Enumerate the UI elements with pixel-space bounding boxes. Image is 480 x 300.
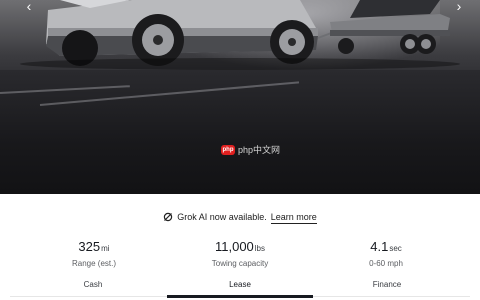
active-tab-indicator bbox=[167, 295, 313, 298]
spec-value: 325 bbox=[78, 239, 101, 254]
carousel-prev-arrow[interactable]: ‹ bbox=[18, 0, 40, 14]
cybertruck-image bbox=[20, 0, 460, 70]
spec-acceleration: 4.1sec 0-60 mph bbox=[316, 238, 456, 268]
watermark: php php中文网 bbox=[221, 143, 280, 156]
grok-banner: Grok AI now available. Learn more bbox=[0, 212, 480, 224]
banner-text: Grok AI now available. bbox=[177, 212, 267, 222]
watermark-text: php中文网 bbox=[238, 145, 281, 155]
specs-row: 325mi Range (est.) 11,000lbs Towing capa… bbox=[0, 238, 480, 268]
spec-unit: lbs bbox=[254, 244, 266, 253]
spec-towing: 11,000lbs Towing capacity bbox=[170, 238, 310, 268]
spec-value: 11,000 bbox=[214, 239, 254, 254]
hero-image: ‹ › php php中文网 bbox=[0, 0, 480, 194]
spec-range: 325mi Range (est.) bbox=[24, 238, 164, 268]
carousel-next-arrow[interactable]: › bbox=[448, 0, 470, 14]
spec-label: 0-60 mph bbox=[369, 259, 403, 268]
spec-unit: mi bbox=[101, 244, 110, 253]
spec-label: Range (est.) bbox=[71, 259, 117, 268]
grok-icon bbox=[164, 212, 173, 222]
payment-tabs: Cash Lease Finance bbox=[0, 274, 480, 300]
tab-finance[interactable]: Finance bbox=[322, 280, 452, 289]
watermark-logo-icon: php bbox=[221, 144, 235, 155]
spec-label: Towing capacity bbox=[211, 259, 269, 268]
spec-value: 4.1 bbox=[370, 239, 389, 254]
learn-more-link[interactable]: Learn more bbox=[270, 212, 317, 224]
spec-unit: sec bbox=[389, 244, 402, 253]
tab-cash[interactable]: Cash bbox=[28, 280, 158, 289]
tab-lease[interactable]: Lease bbox=[175, 280, 305, 289]
